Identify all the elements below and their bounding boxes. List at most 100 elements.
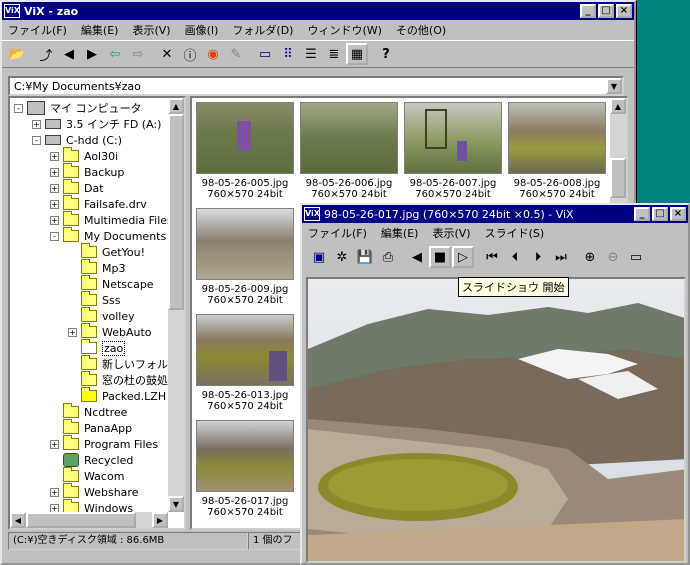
thumbnail-item[interactable]: 98-05-26-006.jpg 760×570 24bit bbox=[298, 100, 400, 204]
thumbnail-item[interactable]: 98-05-26-009.jpg 760×570 24bit bbox=[194, 206, 296, 310]
tree-node[interactable]: GetYou! bbox=[68, 243, 145, 260]
next-icon[interactable]: ▶ bbox=[81, 43, 103, 65]
fullscreen-icon[interactable]: ▭ bbox=[625, 246, 647, 268]
forward-icon[interactable]: ⇨ bbox=[127, 43, 149, 65]
tree-node[interactable]: + Program Files bbox=[50, 435, 158, 452]
tree-scroll-thumb[interactable] bbox=[168, 114, 184, 310]
thumbnail-item[interactable]: 98-05-26-005.jpg 760×570 24bit bbox=[194, 100, 296, 204]
path-dropdown-button[interactable]: ▼ bbox=[606, 78, 622, 94]
tree-scroll-left-icon[interactable]: ◀ bbox=[10, 512, 26, 528]
last-icon[interactable]: ⏭ bbox=[550, 246, 572, 268]
first-icon[interactable]: ⏮ bbox=[481, 246, 503, 268]
tree-scrollbar[interactable]: ▲ ▼ bbox=[168, 98, 184, 512]
viewer-menu-file[interactable]: ファイル(F) bbox=[308, 225, 367, 241]
tree-node[interactable]: + Webshare bbox=[50, 483, 138, 500]
expand-icon[interactable]: + bbox=[32, 119, 41, 129]
tree-node[interactable]: Mp3 bbox=[68, 259, 125, 276]
tree-node[interactable]: Ncdtree bbox=[50, 403, 127, 420]
thumbnail-item[interactable]: 98-05-26-013.jpg 760×570 24bit bbox=[194, 312, 296, 416]
tree-node[interactable]: Sss bbox=[68, 291, 120, 308]
main-titlebar[interactable]: ViX ViX - zao _ □ × bbox=[2, 2, 634, 20]
view-thumbnail-icon[interactable]: ▦ bbox=[346, 43, 368, 65]
expand-icon[interactable]: + bbox=[50, 199, 59, 209]
tree-hscroll-thumb[interactable] bbox=[26, 512, 136, 528]
tree-node[interactable]: volley bbox=[68, 307, 135, 324]
tree-node[interactable]: Recycled bbox=[50, 452, 133, 468]
menu-other[interactable]: その他(O) bbox=[396, 22, 446, 38]
expand-icon[interactable]: + bbox=[50, 183, 59, 193]
help-icon[interactable]: ? bbox=[375, 43, 397, 65]
tree-node[interactable]: + Multimedia Files bbox=[50, 211, 173, 228]
path-combo[interactable]: C:¥My Documents¥zao ▼ bbox=[8, 76, 624, 96]
menu-folder[interactable]: フォルダ(D) bbox=[232, 22, 293, 38]
minimize-button[interactable]: _ bbox=[580, 4, 596, 18]
tree-node[interactable]: + Failsafe.drv bbox=[50, 195, 147, 212]
print-icon[interactable]: ⎙ bbox=[377, 246, 399, 268]
view-list-icon[interactable]: ☰ bbox=[300, 43, 322, 65]
zoom-out-icon[interactable]: ⊖ bbox=[602, 246, 624, 268]
sparkle-icon[interactable]: ✲ bbox=[331, 246, 353, 268]
tree-node[interactable]: + Dat bbox=[50, 179, 104, 196]
up-folder-icon[interactable]: ⤴ bbox=[35, 43, 57, 65]
menu-window[interactable]: ウィンドウ(W) bbox=[307, 22, 381, 38]
expand-icon[interactable]: + bbox=[50, 151, 59, 161]
color-icon[interactable]: ◉ bbox=[202, 43, 224, 65]
viewer-menu-edit[interactable]: 編集(E) bbox=[381, 225, 419, 241]
next-frame-icon[interactable]: ⏵ bbox=[527, 246, 549, 268]
menu-edit[interactable]: 編集(E) bbox=[81, 22, 119, 38]
tree-scroll-up-icon[interactable]: ▲ bbox=[168, 98, 184, 114]
menu-view[interactable]: 表示(V) bbox=[132, 22, 170, 38]
collapse-icon[interactable]: - bbox=[32, 135, 41, 145]
viewer-menu-view[interactable]: 表示(V) bbox=[432, 225, 470, 241]
slide-stop-icon[interactable]: ■ bbox=[429, 246, 451, 268]
maximize-button[interactable]: □ bbox=[598, 4, 614, 18]
expand-icon[interactable]: + bbox=[50, 167, 59, 177]
back-icon[interactable]: ⇦ bbox=[104, 43, 126, 65]
prev-icon[interactable]: ◀ bbox=[58, 43, 80, 65]
tree-hscrollbar[interactable]: ◀ ▶ bbox=[10, 512, 168, 528]
expand-icon[interactable]: + bbox=[50, 487, 59, 497]
tree-scroll-right-icon[interactable]: ▶ bbox=[152, 512, 168, 528]
view-large-icon[interactable]: ▭ bbox=[254, 43, 276, 65]
thumb-scroll-up-icon[interactable]: ▲ bbox=[610, 98, 626, 114]
delete-icon[interactable]: ✕ bbox=[156, 43, 178, 65]
tree-node[interactable]: 新しいフォル bbox=[68, 355, 168, 372]
tree-node[interactable]: - My Documents bbox=[50, 227, 166, 244]
viewer-maximize-button[interactable]: □ bbox=[652, 207, 668, 221]
tree-scroll-down-icon[interactable]: ▼ bbox=[168, 496, 184, 512]
viewer-titlebar[interactable]: ViX 98-05-26-017.jpg (760×570 24bit ×0.5… bbox=[302, 205, 688, 223]
slide-prev-icon[interactable]: ◀ bbox=[406, 246, 428, 268]
expand-icon[interactable]: + bbox=[50, 215, 59, 225]
tree-node[interactable]: PanaApp bbox=[50, 419, 132, 436]
tool-icon[interactable]: ✎ bbox=[225, 43, 247, 65]
fit-window-icon[interactable]: ▣ bbox=[308, 246, 330, 268]
expand-icon[interactable]: + bbox=[68, 327, 77, 337]
menu-image[interactable]: 画像(I) bbox=[185, 22, 219, 38]
view-small-icon[interactable]: ⠿ bbox=[277, 43, 299, 65]
tree-node[interactable]: + Backup bbox=[50, 163, 124, 180]
collapse-icon[interactable]: - bbox=[14, 103, 23, 113]
viewer-close-button[interactable]: × bbox=[670, 207, 686, 221]
tree-node[interactable]: zao bbox=[68, 339, 126, 356]
thumb-scroll-thumb[interactable] bbox=[610, 158, 626, 198]
prev-frame-icon[interactable]: ⏴ bbox=[504, 246, 526, 268]
close-button[interactable]: × bbox=[616, 4, 632, 18]
tree-node[interactable]: Netscape bbox=[68, 275, 154, 292]
viewer-menu-slide[interactable]: スライド(S) bbox=[485, 225, 545, 241]
tree-node[interactable]: + WebAuto bbox=[68, 323, 152, 340]
menu-file[interactable]: ファイル(F) bbox=[8, 22, 67, 38]
tree-node[interactable]: Wacom bbox=[50, 467, 124, 484]
expand-icon[interactable]: + bbox=[50, 439, 59, 449]
tree-node[interactable]: - マイ コンピュータ bbox=[14, 100, 142, 116]
tree-node[interactable]: +3.5 インチ FD (A:) bbox=[32, 116, 161, 132]
open-folder-icon[interactable]: 📂 bbox=[6, 43, 28, 65]
viewer-minimize-button[interactable]: _ bbox=[634, 207, 650, 221]
save-icon[interactable]: 💾 bbox=[354, 246, 376, 268]
tree-node[interactable]: Packed.LZH bbox=[68, 387, 166, 404]
info-icon[interactable]: ⓘ bbox=[179, 43, 201, 65]
tree-node[interactable]: + Aol30i bbox=[50, 147, 118, 164]
thumbnail-item[interactable]: 98-05-26-007.jpg 760×570 24bit bbox=[402, 100, 504, 204]
thumbnail-item[interactable]: 98-05-26-017.jpg 760×570 24bit bbox=[194, 418, 296, 522]
tree-node[interactable]: 窓の杜の鼓処 bbox=[68, 371, 168, 388]
slide-play-icon[interactable]: ▷ bbox=[452, 246, 474, 268]
